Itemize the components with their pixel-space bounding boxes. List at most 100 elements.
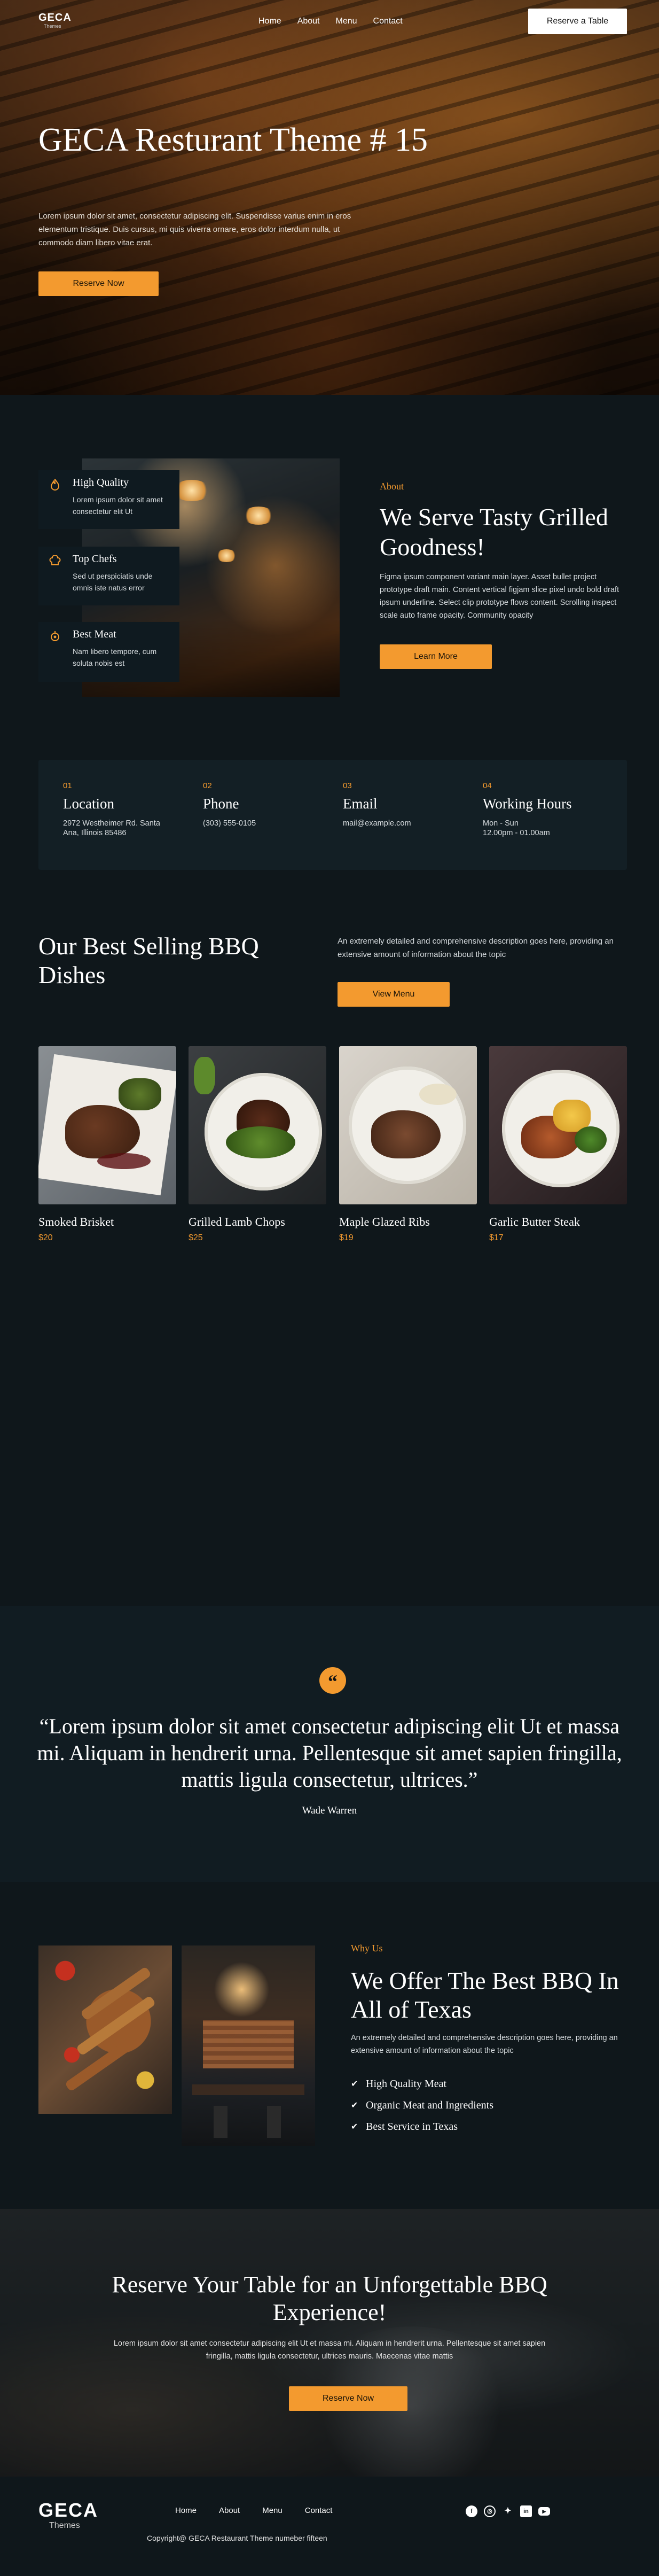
feature-card-best-meat: Best Meat Nam libero tempore, cum soluta…	[38, 622, 179, 682]
feature-text: Sed ut perspiciatis unde omnis iste natu…	[73, 572, 153, 592]
why-us-title: We Offer The Best BBQ In All of Texas	[351, 1967, 619, 2023]
why-us-label: Why Us	[351, 1943, 383, 1954]
hero-title: GECA Resturant Theme # 15	[38, 122, 428, 158]
footer: GECA Themes Home About Menu Contact Copy…	[0, 2477, 659, 2576]
restaurant-bar-image	[182, 1945, 315, 2146]
dish-card-garlic-butter-steak[interactable]: Garlic Butter Steak $17	[489, 1046, 627, 1243]
logo-wordmark: GECA	[38, 12, 72, 24]
testimonial-quote: “Lorem ipsum dolor sit amet consectetur …	[37, 1714, 622, 1792]
about-label: About	[380, 481, 404, 492]
about-description: Figma ipsum component variant main layer…	[380, 573, 619, 620]
dish-image	[189, 1046, 326, 1204]
info-number: 01	[63, 781, 72, 790]
info-number: 04	[483, 781, 492, 790]
list-item: ✔ High Quality Meat	[351, 2073, 493, 2095]
info-number: 03	[343, 781, 352, 790]
contact-info-bar: 01 Location 2972 Westheimer Rd. Santa An…	[38, 760, 627, 870]
brand-logo[interactable]: GECA Themes	[38, 12, 72, 29]
dish-image	[489, 1046, 627, 1204]
feature-title: Top Chefs	[73, 553, 117, 565]
feature-text: Lorem ipsum dolor sit amet consectetur e…	[73, 495, 163, 516]
info-location: 01 Location 2972 Westheimer Rd. Santa An…	[63, 781, 186, 838]
cta-title: Reserve Your Table for an Unforgettable …	[112, 2271, 547, 2325]
flame-icon	[49, 478, 61, 491]
nav-about[interactable]: About	[297, 17, 320, 26]
check-icon: ✔	[351, 2122, 358, 2131]
info-title: Email	[343, 796, 378, 812]
dishes-description: An extremely detailed and comprehensive …	[338, 937, 614, 959]
list-item: ✔ Best Service in Texas	[351, 2116, 493, 2137]
feature-title: Best Meat	[73, 628, 116, 640]
footer-logo[interactable]: GECA Themes	[38, 2500, 98, 2531]
hero-reserve-button[interactable]: Reserve Now	[38, 271, 159, 296]
feature-card-high-quality: High Quality Lorem ipsum dolor sit amet …	[38, 470, 179, 529]
linkedin-icon[interactable]: in	[520, 2505, 532, 2517]
dish-image	[38, 1046, 176, 1204]
info-title: Phone	[203, 796, 239, 812]
footer-link-about[interactable]: About	[219, 2506, 240, 2515]
list-item: ✔ Organic Meat and Ingredients	[351, 2095, 493, 2116]
dish-name: Grilled Lamb Chops	[189, 1215, 285, 1228]
nav-links: Home About Menu Contact	[258, 17, 403, 26]
logo-subtitle: Themes	[49, 2521, 80, 2530]
footer-link-menu[interactable]: Menu	[262, 2506, 283, 2515]
list-item-label: High Quality Meat	[366, 2077, 447, 2090]
nav-contact[interactable]: Contact	[373, 17, 403, 26]
dish-card-grilled-lamb-chops[interactable]: Grilled Lamb Chops $25	[189, 1046, 326, 1243]
info-value[interactable]: mail@example.com	[343, 819, 466, 828]
info-value: Mon - Sun 12.00pm - 01.00am	[483, 819, 550, 837]
dish-price: $17	[489, 1233, 504, 1242]
info-phone: 02 Phone (303) 555-0105	[203, 781, 326, 828]
meat-icon	[49, 631, 61, 642]
bbq-platter-image	[38, 1945, 172, 2114]
why-us-list: ✔ High Quality Meat ✔ Organic Meat and I…	[351, 2073, 493, 2137]
feature-card-top-chefs: Top Chefs Sed ut perspiciatis unde omnis…	[38, 547, 179, 605]
hero-background-image	[0, 0, 659, 395]
dish-card-maple-glazed-ribs[interactable]: Maple Glazed Ribs $19	[339, 1046, 477, 1243]
cta-reserve-button[interactable]: Reserve Now	[289, 2386, 407, 2411]
twitter-icon[interactable]: ✦	[502, 2505, 514, 2517]
facebook-icon[interactable]: f	[466, 2505, 477, 2517]
why-us-description: An extremely detailed and comprehensive …	[351, 2034, 618, 2055]
dish-name: Garlic Butter Steak	[489, 1215, 580, 1228]
youtube-icon[interactable]: ▶	[538, 2507, 550, 2516]
reservation-cta-section: Reserve Your Table for an Unforgettable …	[0, 2209, 659, 2477]
chef-hat-icon	[49, 555, 61, 567]
dish-price: $19	[339, 1233, 354, 1242]
nav-menu[interactable]: Menu	[336, 17, 357, 26]
dish-card-smoked-brisket[interactable]: Smoked Brisket $20	[38, 1046, 176, 1243]
dish-price: $25	[189, 1233, 203, 1242]
info-working-hours: 04 Working Hours Mon - Sun 12.00pm - 01.…	[483, 781, 606, 838]
about-title: We Serve Tasty Grilled Goodness!	[380, 503, 608, 561]
instagram-icon[interactable]: ◎	[484, 2505, 496, 2517]
info-number: 02	[203, 781, 212, 790]
feature-text: Nam libero tempore, cum soluta nobis est	[73, 647, 157, 667]
info-title: Location	[63, 796, 114, 812]
quote-icon: “	[319, 1667, 346, 1694]
nav-home[interactable]: Home	[258, 17, 281, 26]
info-title: Working Hours	[483, 796, 572, 812]
dish-image	[339, 1046, 477, 1204]
check-icon: ✔	[351, 2101, 358, 2110]
info-value: 2972 Westheimer Rd. Santa Ana, Illinois …	[63, 819, 160, 837]
logo-wordmark: GECA	[38, 2499, 99, 2521]
list-item-label: Best Service in Texas	[366, 2120, 458, 2133]
footer-links: Home About Menu Contact	[175, 2506, 332, 2515]
reserve-table-button[interactable]: Reserve a Table	[528, 9, 627, 34]
copyright-text: Copyright@ GECA Restaurant Theme numeber…	[147, 2534, 327, 2542]
dish-name: Maple Glazed Ribs	[339, 1215, 430, 1228]
hero-section: GECA Resturant Theme # 15 Lorem ipsum do…	[0, 0, 659, 395]
learn-more-button[interactable]: Learn More	[380, 644, 492, 669]
dish-name: Smoked Brisket	[38, 1215, 114, 1228]
cta-description: Lorem ipsum dolor sit amet consectetur a…	[113, 2339, 546, 2361]
footer-link-home[interactable]: Home	[175, 2506, 197, 2515]
testimonial-section: “ “Lorem ipsum dolor sit amet consectetu…	[0, 1606, 659, 1882]
info-email: 03 Email mail@example.com	[343, 781, 466, 828]
view-menu-button[interactable]: View Menu	[338, 982, 450, 1007]
feature-title: High Quality	[73, 477, 129, 488]
check-icon: ✔	[351, 2080, 358, 2089]
list-item-label: Organic Meat and Ingredients	[366, 2099, 493, 2111]
footer-link-contact[interactable]: Contact	[305, 2506, 333, 2515]
top-nav: GECA Themes Home About Menu Contact Rese…	[0, 0, 659, 43]
info-value[interactable]: (303) 555-0105	[203, 819, 326, 828]
